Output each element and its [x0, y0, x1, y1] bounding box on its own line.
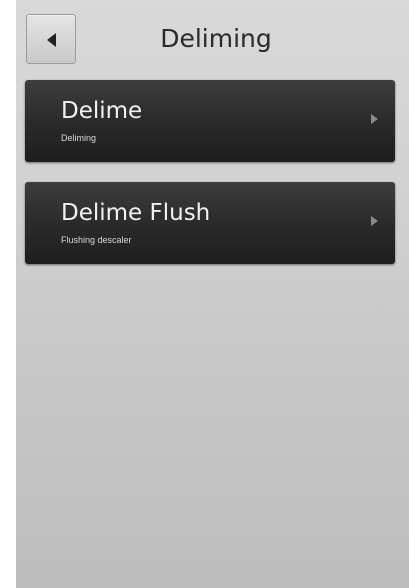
menu-item-delime[interactable]: Delime Deliming: [25, 80, 395, 162]
menu-item-subtitle: Deliming: [61, 133, 97, 143]
deliming-screen: Deliming Delime Deliming Delime Flush Fl…: [16, 0, 409, 588]
chevron-right-icon: [371, 216, 378, 226]
chevron-right-icon: [371, 114, 378, 124]
menu-item-title: Delime Flush: [61, 200, 211, 226]
menu-item-subtitle: Flushing descaler: [61, 235, 132, 245]
page-title: Deliming: [160, 24, 272, 53]
back-button[interactable]: [26, 14, 76, 64]
back-arrow-icon: [47, 33, 56, 47]
menu-item-title: Delime: [61, 98, 143, 124]
header-bar: Deliming: [16, 0, 409, 80]
menu-item-delime-flush[interactable]: Delime Flush Flushing descaler: [25, 182, 395, 264]
